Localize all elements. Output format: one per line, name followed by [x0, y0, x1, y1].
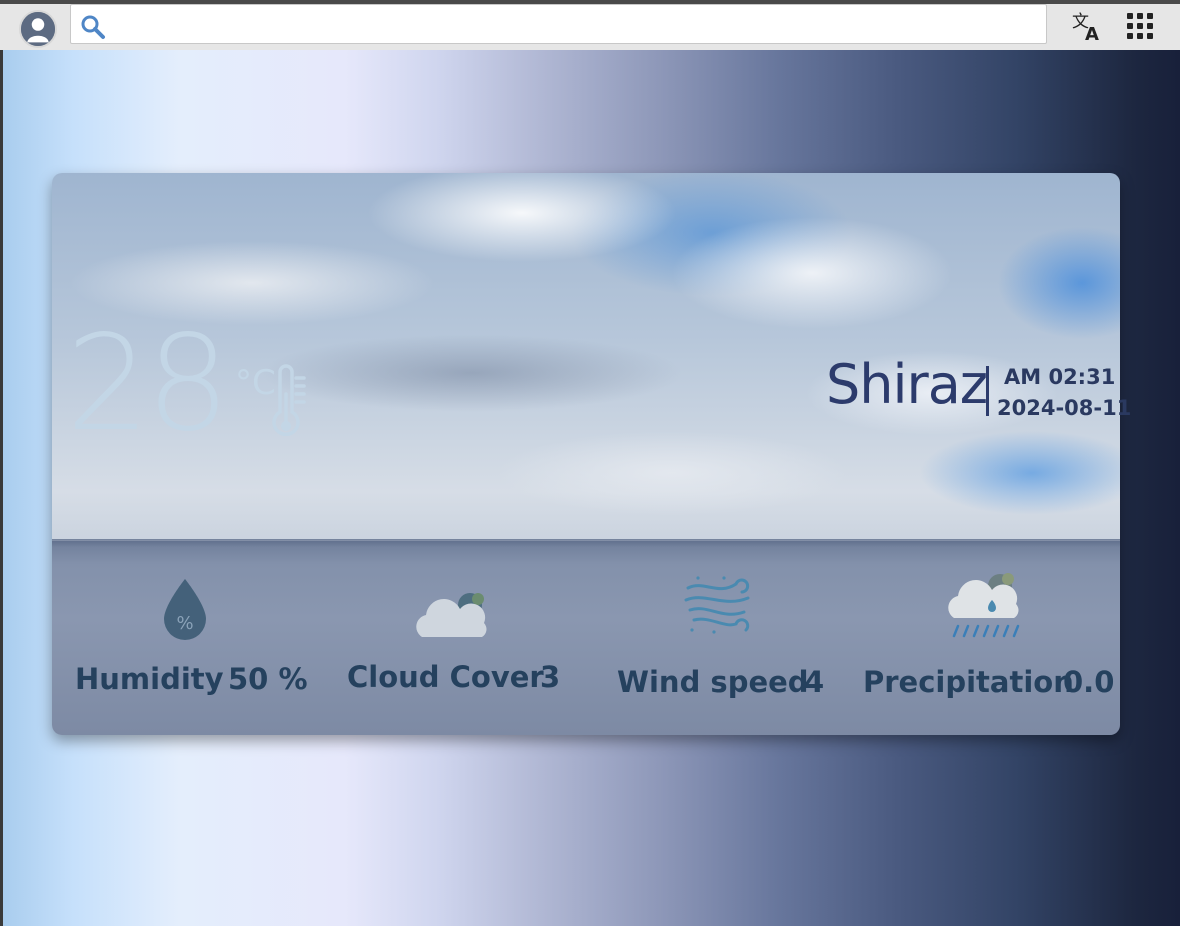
temperature-value: 28	[66, 307, 230, 461]
search-icon[interactable]	[80, 14, 106, 40]
humidity-drop-icon: %	[164, 579, 206, 640]
city-separator	[986, 366, 989, 416]
wind-speed-value: 4	[804, 665, 825, 699]
translate-icon[interactable]: 文 A	[1071, 10, 1103, 42]
local-time: AM 02:31	[1004, 365, 1116, 389]
horizon-line	[52, 539, 1120, 547]
cloud-cover-value: 3	[540, 660, 561, 694]
avatar-icon[interactable]	[19, 10, 57, 48]
humidity-value: 50 %	[228, 662, 308, 696]
wind-speed-label: Wind speed	[617, 665, 809, 699]
city-name: Shiraz	[826, 353, 988, 416]
apps-grid-icon[interactable]	[1126, 12, 1154, 40]
cloud-icon	[416, 593, 487, 637]
thermometer-icon	[272, 364, 306, 437]
humidity-label: Humidity	[75, 662, 224, 696]
search-input[interactable]	[70, 4, 1047, 44]
local-date: 2024-08-11	[997, 396, 1132, 420]
svg-text:A: A	[1085, 24, 1099, 42]
rain-cloud-icon	[948, 573, 1020, 638]
svg-text:%: %	[176, 613, 193, 634]
cloud-cover-label: Cloud Cover	[347, 660, 544, 694]
precipitation-value: 0.0	[1063, 665, 1115, 699]
precipitation-label: Precipitation	[863, 665, 1074, 699]
wind-icon	[684, 576, 750, 634]
